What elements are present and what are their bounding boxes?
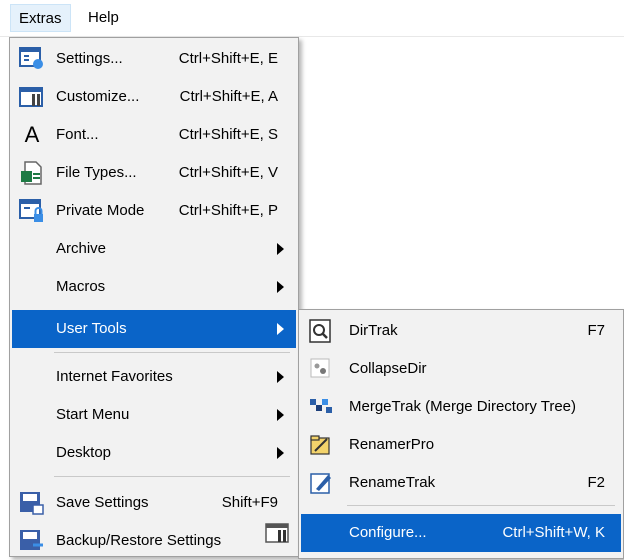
menu-item-label: File Types... xyxy=(56,164,137,181)
menu-item-label: Font... xyxy=(56,126,99,143)
menu-extras[interactable]: Extras xyxy=(10,4,71,32)
menu-item-label: Internet Favorites xyxy=(56,368,173,385)
menu-item-user-tools[interactable]: User Tools xyxy=(12,310,296,348)
menu-item-collapsedir[interactable]: CollapseDir xyxy=(301,350,621,388)
menu-item-file-types[interactable]: File Types... Ctrl+Shift+E, V xyxy=(12,154,296,192)
menu-item-desktop[interactable]: Desktop xyxy=(12,434,296,472)
menu-item-label: Settings... xyxy=(56,50,123,67)
customize-icon xyxy=(19,87,43,107)
dirtrak-icon xyxy=(309,319,331,343)
submenu-arrow-icon xyxy=(277,243,284,255)
user-tools-submenu: DirTrak F7 CollapseDir MergeTrak (Merge … xyxy=(265,309,624,559)
menu-item-label: Private Mode xyxy=(56,202,145,219)
menu-item-label: Save Settings xyxy=(56,494,149,511)
menu-item-private-mode[interactable]: Private Mode Ctrl+Shift+E, P xyxy=(12,192,296,230)
menu-item-label: RenameTrak xyxy=(349,474,436,491)
menu-item-shortcut: F7 xyxy=(587,322,605,339)
submenu-arrow-icon xyxy=(277,447,284,459)
submenu-arrow-icon xyxy=(277,409,284,421)
file-types-icon xyxy=(21,161,42,185)
private-mode-icon xyxy=(19,199,43,222)
menu-item-backup-restore[interactable]: Backup/Restore Settings xyxy=(12,522,296,560)
font-icon: A xyxy=(24,122,40,147)
menu-item-label: Macros xyxy=(56,278,106,295)
menu-item-customize[interactable]: Customize... Ctrl+Shift+E, A xyxy=(12,78,296,116)
submenu-arrow-icon xyxy=(277,371,284,383)
menu-item-shortcut: Shift+F9 xyxy=(221,494,278,511)
submenu-arrow-icon xyxy=(277,281,284,293)
menu-item-renamerpro[interactable]: RenamerPro xyxy=(301,426,621,464)
menu-item-label: Start Menu xyxy=(56,406,130,423)
extras-dropdown-menu: Settings... Ctrl+Shift+E, E Customize...… xyxy=(9,37,299,557)
menu-item-font[interactable]: A Font... Ctrl+Shift+E, S xyxy=(12,116,296,154)
menu-item-shortcut: F2 xyxy=(587,474,605,491)
renamerpro-icon xyxy=(310,435,330,455)
menu-item-shortcut: Ctrl+Shift+E, A xyxy=(179,88,278,105)
menu-item-shortcut: Ctrl+Shift+E, P xyxy=(178,202,278,219)
menu-item-archive[interactable]: Archive xyxy=(12,230,296,268)
menu-separator xyxy=(54,352,290,353)
collapsedir-icon xyxy=(310,358,330,378)
menu-item-save-settings[interactable]: Save Settings Shift+F9 xyxy=(12,484,296,522)
menu-item-mergetrak[interactable]: MergeTrak (Merge Directory Tree) xyxy=(301,388,621,426)
menu-item-label: RenamerPro xyxy=(349,436,435,453)
menu-item-label: Archive xyxy=(56,240,107,257)
menu-bar: Extras Help xyxy=(0,0,624,37)
submenu-arrow-icon xyxy=(277,323,284,335)
menu-item-renametrak[interactable]: RenameTrak F2 xyxy=(301,464,621,502)
menu-item-label: Configure... xyxy=(349,524,427,541)
menu-item-label: CollapseDir xyxy=(349,360,427,377)
configure-icon xyxy=(265,523,289,543)
menu-item-macros[interactable]: Macros xyxy=(12,268,296,306)
menu-item-label: Backup/Restore Settings xyxy=(56,532,222,549)
menu-item-label: Customize... xyxy=(56,88,140,105)
menu-item-settings[interactable]: Settings... Ctrl+Shift+E, E xyxy=(12,40,296,78)
menu-help[interactable]: Help xyxy=(80,4,127,32)
menu-item-label: DirTrak xyxy=(349,322,398,339)
menu-item-label: Desktop xyxy=(56,444,112,461)
backup-restore-icon xyxy=(20,530,43,550)
menu-item-dirtrak[interactable]: DirTrak F7 xyxy=(301,312,621,350)
menu-item-internet-favorites[interactable]: Internet Favorites xyxy=(12,358,296,396)
settings-icon xyxy=(19,47,43,69)
menu-item-shortcut: Ctrl+Shift+E, E xyxy=(178,50,278,67)
menu-item-start-menu[interactable]: Start Menu xyxy=(12,396,296,434)
menu-item-configure[interactable]: Configure... Ctrl+Shift+W, K xyxy=(265,514,621,552)
menu-item-shortcut: Ctrl+Shift+W, K xyxy=(502,524,605,541)
menu-separator xyxy=(54,476,290,477)
menu-item-label: User Tools xyxy=(56,320,127,337)
mergetrak-icon xyxy=(310,399,332,413)
menu-item-shortcut: Ctrl+Shift+E, S xyxy=(178,126,278,143)
menu-item-shortcut: Ctrl+Shift+E, V xyxy=(178,164,278,181)
renametrak-icon xyxy=(310,473,331,494)
menu-item-label: MergeTrak (Merge Directory Tree) xyxy=(349,398,576,415)
menu-separator xyxy=(347,505,615,506)
save-settings-icon xyxy=(20,492,44,515)
